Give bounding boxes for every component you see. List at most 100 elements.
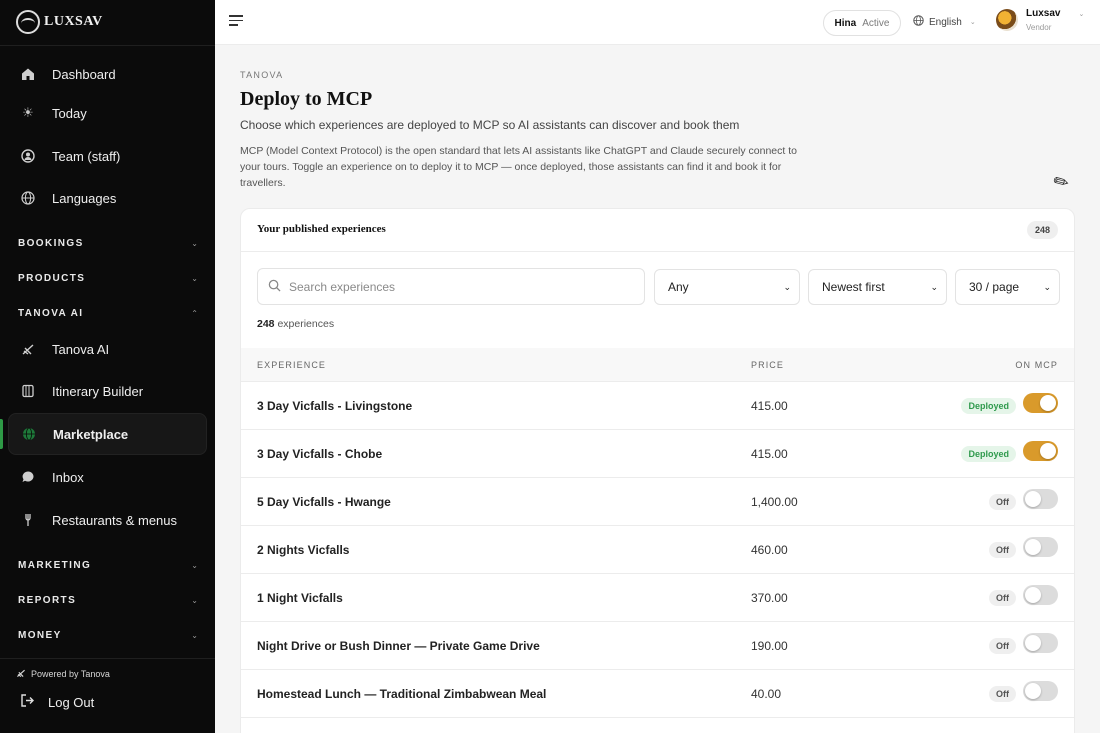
section-label: BOOKINGS [18,237,84,249]
logout-label: Log Out [48,694,95,710]
sun-icon: ☀ [22,105,34,120]
menu-toggle-icon[interactable] [229,15,243,29]
section-label: TANOVA AI [18,307,84,319]
fork-icon [20,512,36,528]
section-money[interactable]: MONEY ⌄ [18,627,198,643]
quill-icon [16,668,26,680]
section-label: REPORTS [18,594,77,606]
globe-icon [913,15,924,29]
per-page-value: 30 / page [969,280,1020,294]
language-selector[interactable]: English ⌄ [913,15,976,29]
sidebar-item-inbox[interactable]: Inbox [8,456,207,498]
experience-price: 415.00 [751,399,788,413]
brand-logo[interactable]: LUXSAV [16,10,103,34]
section-label: MONEY [18,629,62,641]
experience-name: 5 Day Vicfalls - Hwange [257,495,391,509]
mcp-toggle[interactable] [1023,681,1058,701]
quill-icon: ✎ [1049,169,1073,195]
experience-name: Night Drive or Bush Dinner — Private Gam… [257,639,540,653]
sidebar-item-tanova-ai[interactable]: Tanova AI [8,328,207,370]
results-suffix: experiences [277,318,335,330]
user-role: Vendor [1026,23,1052,32]
page-description: MCP (Model Context Protocol) is the open… [240,145,797,189]
mcp-toggle[interactable] [1023,633,1058,653]
section-reports[interactable]: REPORTS ⌄ [18,592,198,608]
sidebar-item-today[interactable]: ☀ Today [8,92,207,134]
globe-icon [21,426,37,442]
card-header: Your published experiences 248 [241,209,1074,252]
experiences-card: Your published experiences 248 Any ⌄ New… [240,208,1075,733]
toggle-knob [1025,539,1041,555]
experience-name: 3 Day Vicfalls - Livingstone [257,399,413,413]
sidebar-divider [0,658,215,659]
status-state: Active [862,17,890,29]
sidebar-item-restaurants[interactable]: Restaurants & menus [8,499,207,541]
status-badge: Deployed [961,446,1016,462]
logo-icon [16,10,40,34]
chevron-down-icon: ⌄ [191,238,198,248]
powered-by: Powered by Tanova [16,668,110,680]
sidebar-item-label: Tanova AI [52,341,110,357]
experience-name: Homestead Lunch — Traditional Zimbabwean… [257,687,547,701]
sidebar-item-team[interactable]: Team (staff) [8,135,207,177]
chevron-down-icon: ⌄ [1043,281,1051,292]
section-products[interactable]: PRODUCTS ⌄ [18,270,198,286]
sidebar-item-label: Dashboard [52,66,116,82]
filter-select[interactable]: Any ⌄ [654,269,800,305]
active-indicator [0,419,3,449]
mcp-toggle[interactable] [1023,393,1058,413]
status-name: Hina [834,17,857,29]
experience-name: 2 Nights Vicfalls [257,543,350,557]
mcp-toggle[interactable] [1023,537,1058,557]
logout-button[interactable]: Log Out [20,693,94,711]
sidebar: LUXSAV Dashboard ☀ Today Team (staff) La… [0,0,215,733]
chevron-down-icon: ⌄ [969,19,976,26]
section-tanova-ai[interactable]: TANOVA AI ⌃ [18,305,198,321]
chevron-down-icon: ⌄ [930,281,938,292]
sidebar-divider [0,45,215,46]
sidebar-item-dashboard[interactable]: Dashboard [8,53,207,95]
table-row: 3 Day Vicfalls - Chobe 415.00 Deployed [241,430,1074,478]
card-title: Your published experiences [257,223,386,235]
page-eyebrow: TANOVA [240,70,284,80]
sidebar-item-label: Inbox [52,469,84,485]
table-row: 2 Nights Vicfalls 460.00 Off [241,526,1074,574]
sidebar-item-label: Languages [52,190,117,206]
page-subtitle: Choose which experiences are deployed to… [240,118,740,132]
chevron-down-icon: ⌄ [191,273,198,283]
status-badge: Off [989,494,1016,510]
column-header-price: PRICE [751,360,785,370]
search-box[interactable] [257,268,645,305]
section-bookings[interactable]: BOOKINGS ⌄ [18,235,198,251]
table-row: Night Drive or Bush Dinner — Private Gam… [241,622,1074,670]
team-icon [20,148,36,164]
experience-price: 1,400.00 [751,495,798,509]
experience-price: 40.00 [751,687,782,701]
section-label: PRODUCTS [18,272,86,284]
powered-by-text: Powered by Tanova [31,669,110,679]
mcp-toggle[interactable] [1023,441,1058,461]
section-label: MARKETING [18,559,92,571]
search-input[interactable] [289,279,619,294]
chevron-down-icon: ⌄ [191,595,198,605]
mcp-toggle[interactable] [1023,585,1058,605]
search-icon [268,279,281,295]
sidebar-item-itinerary-builder[interactable]: Itinerary Builder [8,370,207,412]
user-info: Luxsav Vendor [1026,8,1060,32]
sidebar-item-marketplace[interactable]: Marketplace [8,413,207,455]
sidebar-item-label: Today [52,105,87,121]
status-pill[interactable]: Hina Active [823,10,901,36]
experience-price: 460.00 [751,543,788,557]
sort-select[interactable]: Newest first ⌄ [808,269,947,305]
toggle-knob [1040,443,1056,459]
table-row: Homestead Lunch — Traditional Zimbabwean… [241,670,1074,718]
sidebar-item-languages[interactable]: Languages [8,177,207,219]
quill-icon [20,341,36,357]
table-header: EXPERIENCE PRICE ON MCP [241,348,1074,382]
user-menu[interactable]: Luxsav Vendor ⌄ [996,8,1084,32]
status-badge: Off [989,638,1016,654]
mcp-toggle[interactable] [1023,489,1058,509]
per-page-select[interactable]: 30 / page ⌄ [955,269,1060,305]
experience-price: 415.00 [751,447,788,461]
section-marketing[interactable]: MARKETING ⌄ [18,557,198,573]
